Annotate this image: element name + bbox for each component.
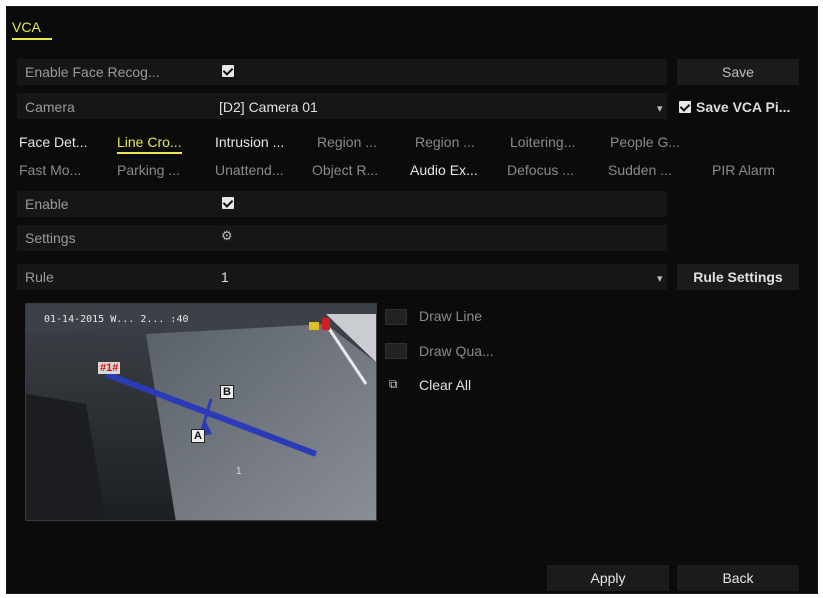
enable-face-checkbox[interactable]: [222, 65, 234, 77]
tab-unattended-baggage[interactable]: Unattend...: [215, 162, 284, 178]
save-vca-checkbox[interactable]: [679, 101, 691, 113]
camera-select[interactable]: [D2] Camera 01: [219, 99, 318, 115]
rule-settings-button[interactable]: Rule Settings: [677, 264, 799, 290]
tab-line-crossing[interactable]: Line Cro...: [117, 134, 182, 154]
point-b[interactable]: B: [220, 385, 234, 399]
point-a[interactable]: A: [191, 429, 205, 443]
back-button[interactable]: Back: [677, 565, 799, 591]
camera-row: [17, 93, 667, 119]
preview-center-text: 1: [236, 466, 242, 477]
enable-row: [17, 191, 667, 217]
chevron-down-icon[interactable]: ▾: [657, 102, 663, 115]
clear-all-button[interactable]: Clear All: [419, 377, 471, 393]
tab-object-removal[interactable]: Object R...: [312, 162, 378, 178]
settings-label: Settings: [25, 230, 76, 246]
rule-row: [17, 264, 667, 290]
point-a-text: A: [191, 429, 205, 443]
save-button[interactable]: Save: [677, 59, 799, 85]
save-vca-label: Save VCA Pi...: [696, 99, 791, 115]
enable-label: Enable: [25, 196, 69, 212]
rule-label: Rule: [25, 269, 54, 285]
tab-pir-alarm[interactable]: PIR Alarm: [712, 162, 775, 178]
rule-tag-text: #1#: [98, 362, 121, 374]
draw-line-button[interactable]: Draw Line: [419, 308, 482, 324]
apply-button[interactable]: Apply: [547, 565, 669, 591]
tab-defocus[interactable]: Defocus ...: [507, 162, 574, 178]
tab-region-exiting[interactable]: Region ...: [415, 134, 475, 150]
tab-vca[interactable]: VCA: [12, 19, 41, 35]
enable-face-label: Enable Face Recog...: [25, 64, 160, 80]
point-b-text: B: [220, 385, 234, 399]
tab-intrusion[interactable]: Intrusion ...: [215, 134, 284, 150]
tab-face-detection[interactable]: Face Det...: [19, 134, 87, 150]
draw-quad-button[interactable]: Draw Qua...: [419, 343, 494, 359]
rule-select[interactable]: 1: [221, 269, 229, 285]
tab-parking[interactable]: Parking ...: [117, 162, 180, 178]
camera-scene: [26, 304, 376, 520]
gear-icon[interactable]: ⚙: [221, 228, 233, 244]
tab-fast-moving[interactable]: Fast Mo...: [19, 162, 81, 178]
tab-loitering[interactable]: Loitering...: [510, 134, 575, 150]
preview-timestamp: 01-14-2015 W... 2... :40: [44, 314, 189, 325]
tab-sudden-scene-change[interactable]: Sudden ...: [608, 162, 672, 178]
draw-line-icon[interactable]: [385, 309, 407, 325]
draw-quad-icon[interactable]: [385, 343, 407, 359]
tab-people-gathering[interactable]: People G...: [610, 134, 680, 150]
settings-row: [17, 225, 667, 251]
enable-checkbox[interactable]: [222, 197, 234, 209]
camera-preview[interactable]: 01-14-2015 W... 2... :40 #1# B A 1: [25, 303, 377, 521]
active-tab-indicator: [12, 38, 52, 40]
rule-tag: #1#: [98, 362, 121, 374]
camera-label: Camera: [25, 99, 75, 115]
tab-region-entrance[interactable]: Region ...: [317, 134, 377, 150]
chevron-down-icon[interactable]: ▾: [657, 272, 663, 285]
clear-icon[interactable]: ⧉: [389, 377, 398, 392]
vca-window: VCA Enable Face Recog... Save Camera [D2…: [6, 6, 818, 594]
tab-audio-exception[interactable]: Audio Ex...: [410, 162, 478, 178]
